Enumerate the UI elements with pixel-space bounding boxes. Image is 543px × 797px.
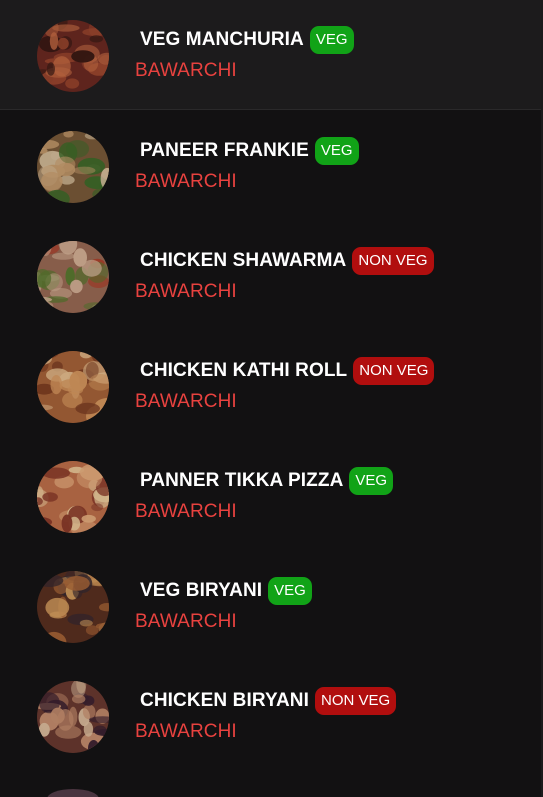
panner-tikka-pizza-image: [37, 461, 109, 533]
menu-item[interactable]: PANNER TIKKA PIZZA VEG BAWARCHI: [0, 441, 541, 551]
vendor-name: BAWARCHI: [135, 60, 237, 81]
menu-item[interactable]: CHICKEN BIRYANI NON VEG BAWARCHI: [0, 661, 541, 771]
item-name: CHICKEN SHAWARMA: [140, 250, 347, 271]
chicken-biryani-image: [37, 681, 109, 753]
item-title-row: PANEER FRANKIE VEG: [140, 137, 359, 165]
non-veg-badge: NON VEG: [352, 247, 434, 275]
vendor-name: BAWARCHI: [135, 171, 237, 192]
vendor-name: BAWARCHI: [135, 501, 237, 522]
vendor-name: BAWARCHI: [135, 611, 237, 632]
item-title-row: VEG MANCHURIA VEG: [140, 26, 354, 54]
menu-item[interactable]: VEG BIRYANI VEG BAWARCHI: [0, 551, 541, 661]
item-title-row: VEG BIRYANI VEG: [140, 577, 312, 605]
item-title-row: CHICKEN SHAWARMA NON VEG: [140, 247, 434, 275]
item-name: VEG BIRYANI: [140, 580, 263, 601]
veg-badge: VEG: [309, 26, 354, 54]
paneer-frankie-image: [37, 131, 109, 203]
menu-item[interactable]: VEG MANCHURIA VEG BAWARCHI: [0, 0, 541, 110]
veg-badge: VEG: [349, 467, 394, 495]
non-veg-badge: NON VEG: [353, 357, 435, 385]
menu-item[interactable]: CHICKEN KATHI ROLL NON VEG BAWARCHI: [0, 331, 541, 441]
item-name: VEG MANCHURIA: [140, 29, 304, 50]
veg-badge: VEG: [268, 577, 312, 605]
item-title-row: CHICKEN BIRYANI NON VEG: [140, 687, 397, 715]
menu-item[interactable]: PANEER FRANKIE VEG BAWARCHI: [0, 111, 541, 221]
item-title-row: CHICKEN KATHI ROLL NON VEG: [140, 357, 435, 385]
vendor-name: BAWARCHI: [135, 721, 237, 742]
non-veg-badge: NON VEG: [315, 687, 397, 715]
menu-item[interactable]: CHICKEN SHAWARMA NON VEG BAWARCHI: [0, 221, 541, 331]
menu-list: VEG MANCHURIA VEG BAWARCHI PANEER FRANKI…: [0, 0, 543, 797]
vendor-name: BAWARCHI: [135, 281, 237, 302]
item-name: CHICKEN KATHI ROLL: [140, 360, 348, 381]
next-item-image-peek: [47, 789, 99, 797]
chicken-shawarma-image: [37, 241, 109, 313]
item-name: CHICKEN BIRYANI: [140, 690, 310, 711]
veg-biryani-image: [37, 571, 109, 643]
vendor-name: BAWARCHI: [135, 391, 237, 412]
chicken-kathi-roll-image: [37, 351, 109, 423]
veg-manchuria-image: [37, 20, 109, 92]
item-name: PANNER TIKKA PIZZA: [140, 470, 344, 491]
veg-badge: VEG: [314, 137, 359, 165]
item-title-row: PANNER TIKKA PIZZA VEG: [140, 467, 394, 495]
item-name: PANEER FRANKIE: [140, 140, 309, 161]
